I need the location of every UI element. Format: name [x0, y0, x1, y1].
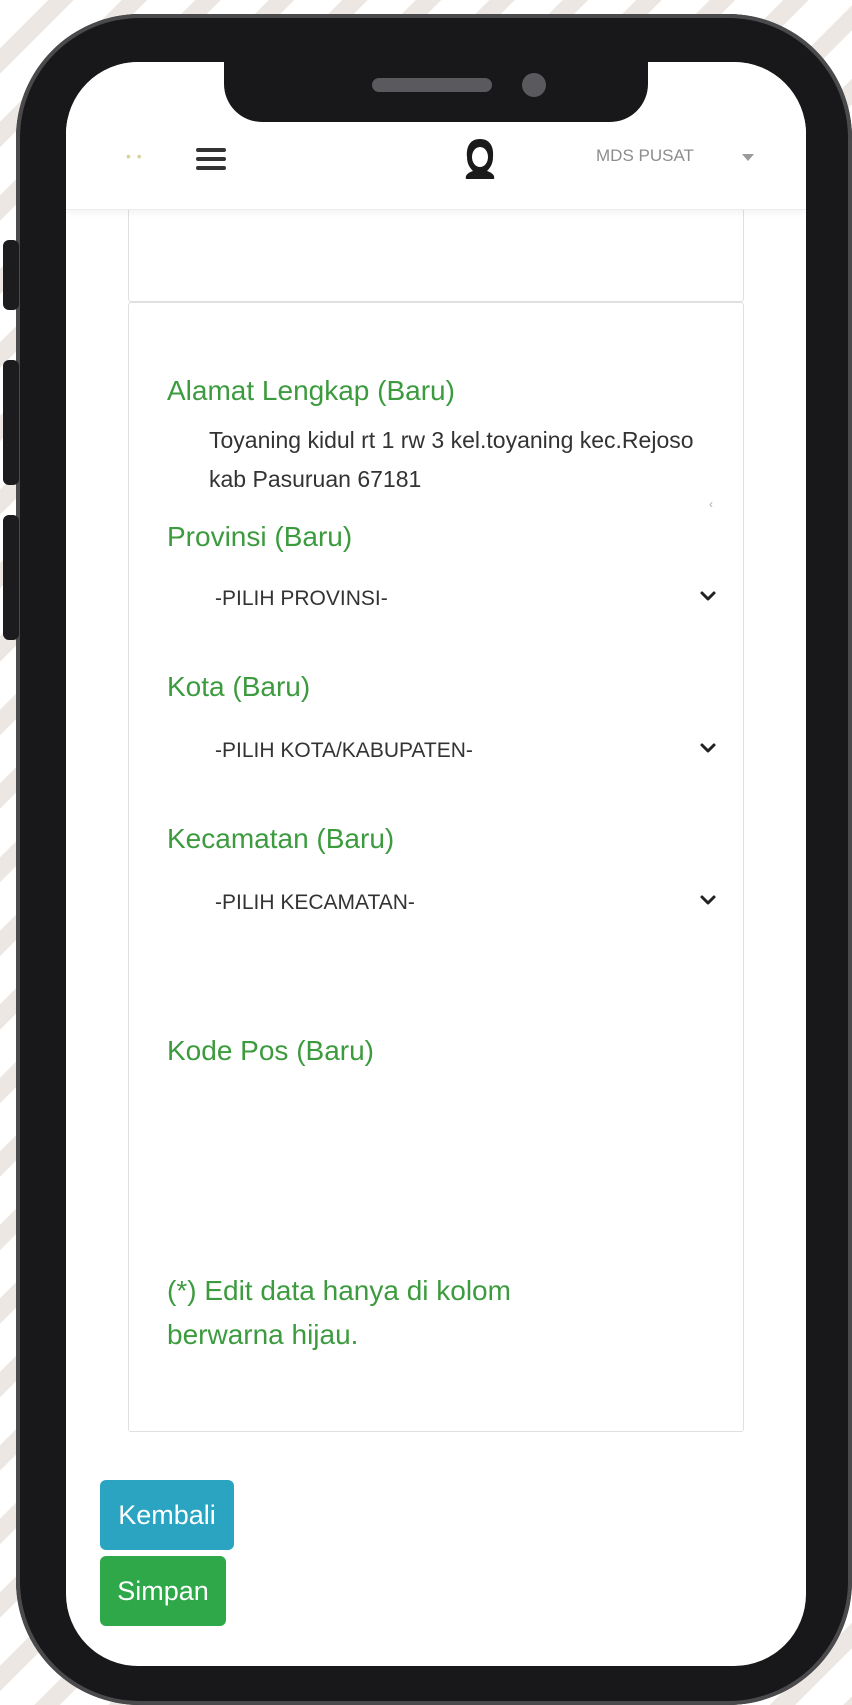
back-button[interactable]: Kembali	[100, 1480, 234, 1550]
chevron-down-icon	[700, 743, 716, 753]
phone-notch	[224, 60, 648, 122]
textarea-resize-handle[interactable]: ‹	[709, 497, 713, 511]
chevron-down-icon	[700, 895, 716, 905]
provinsi-label: Provinsi (Baru)	[167, 521, 353, 552]
front-camera	[522, 73, 546, 97]
save-button[interactable]: Simpan	[100, 1556, 226, 1626]
phone-screen: • • MDS PUSAT Alamat Lengkap (Baru) Toya…	[66, 62, 806, 1666]
kecamatan-select[interactable]: -PILIH KECAMATAN-	[167, 875, 727, 933]
user-menu-label[interactable]: MDS PUSAT	[596, 146, 694, 166]
chevron-down-icon	[700, 591, 716, 601]
kota-label: Kota (Baru)	[167, 671, 311, 702]
edit-note: (*) Edit data hanya di kolom berwarna hi…	[167, 1275, 511, 1350]
kode-pos-label: Kode Pos (Baru)	[167, 1035, 374, 1066]
hijab-user-icon[interactable]	[462, 137, 498, 181]
previous-card-bottom	[128, 202, 744, 302]
kecamatan-label: Kecamatan (Baru)	[167, 823, 395, 854]
kecamatan-selected-value: -PILIH KECAMATAN-	[215, 891, 415, 914]
alamat-label: Alamat Lengkap (Baru)	[167, 375, 455, 406]
phone-mute-switch	[3, 240, 19, 310]
caret-down-icon[interactable]	[742, 154, 754, 161]
kode-pos-input[interactable]	[167, 1089, 707, 1145]
speaker-grille	[372, 78, 492, 92]
provinsi-select[interactable]: -PILIH PROVINSI-	[167, 571, 727, 629]
dots-icon: • •	[126, 148, 143, 164]
phone-volume-up	[3, 360, 19, 485]
address-form-card: Alamat Lengkap (Baru) Toyaning kidul rt …	[128, 302, 744, 1432]
alamat-textarea[interactable]: Toyaning kidul rt 1 rw 3 kel.toyaning ke…	[209, 421, 709, 499]
kota-selected-value: -PILIH KOTA/KABUPATEN-	[215, 739, 473, 762]
kota-select[interactable]: -PILIH KOTA/KABUPATEN-	[167, 723, 727, 781]
hamburger-icon[interactable]	[196, 148, 226, 170]
phone-volume-down	[3, 515, 19, 640]
provinsi-selected-value: -PILIH PROVINSI-	[215, 587, 388, 610]
